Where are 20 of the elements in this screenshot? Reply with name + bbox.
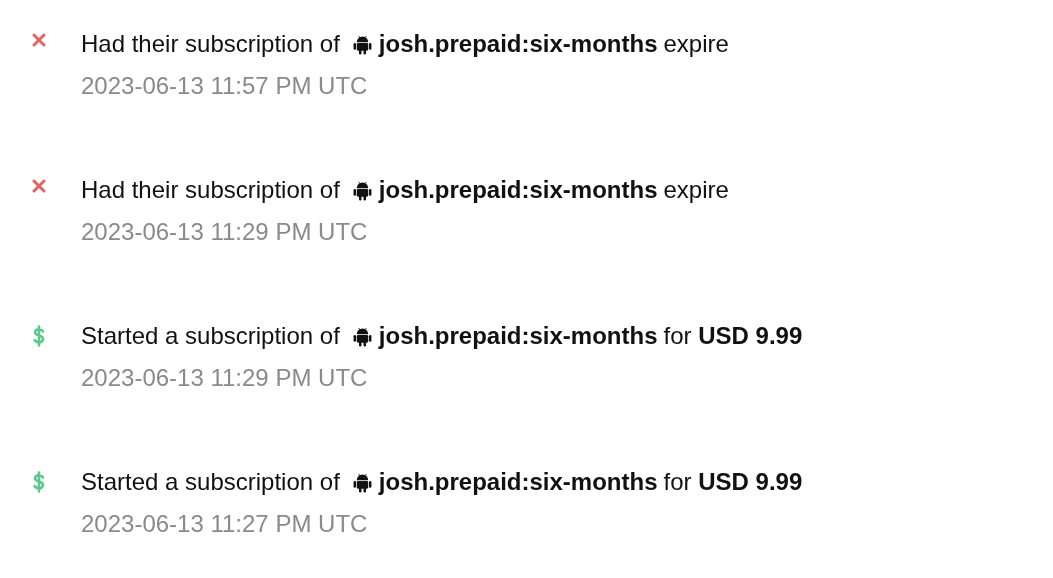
android-icon <box>352 179 372 201</box>
android-icon <box>352 471 372 493</box>
event-text: for USD 9.99 <box>663 467 803 497</box>
event-text: expire <box>663 175 729 205</box>
event-text: for USD 9.99 <box>663 321 803 351</box>
event-text: Started a subscription of <box>81 321 340 351</box>
event-timestamp: 2023-06-13 11:29 PM UTC <box>81 363 369 393</box>
event-timestamp: 2023-06-13 11:27 PM UTC <box>81 509 369 539</box>
event-text: Had their subscription of <box>81 175 340 205</box>
event-text: Had their subscription of <box>81 29 340 59</box>
android-icon <box>352 33 372 55</box>
product-id: josh.prepaid:six-months <box>378 29 658 59</box>
product-id: josh.prepaid:six-months <box>378 467 658 497</box>
product-id: josh.prepaid:six-months <box>378 321 658 351</box>
android-icon <box>352 325 372 347</box>
product-id: josh.prepaid:six-months <box>378 175 658 205</box>
event-text: expire <box>663 29 729 59</box>
event-timestamp: 2023-06-13 11:29 PM UTC <box>81 217 369 247</box>
event-text: Started a subscription of <box>81 467 340 497</box>
event-timestamp: 2023-06-13 11:57 PM UTC <box>81 71 369 101</box>
